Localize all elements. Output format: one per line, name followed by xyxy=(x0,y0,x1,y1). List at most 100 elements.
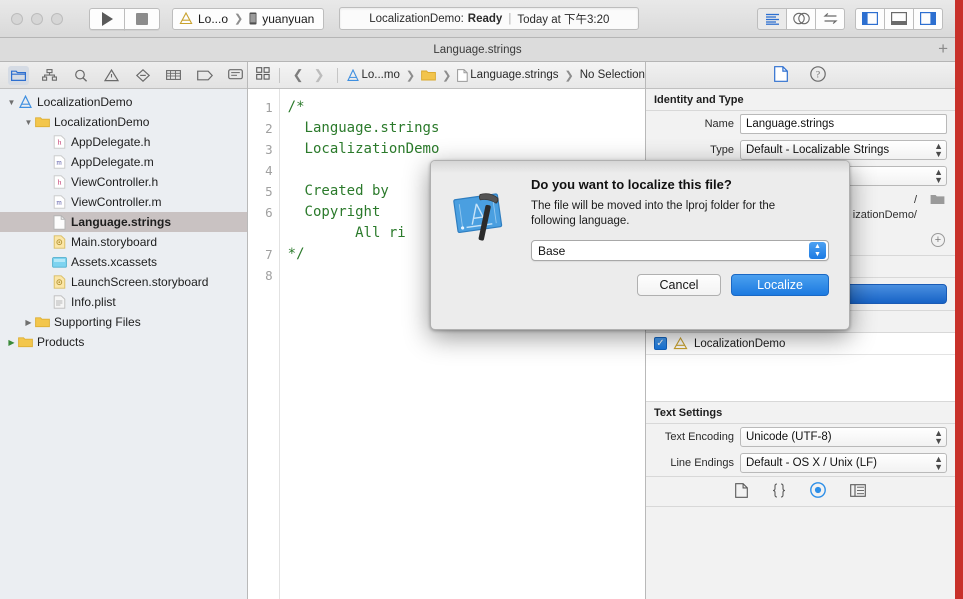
line-number: 1 xyxy=(265,100,273,115)
standard-editor-button[interactable] xyxy=(757,7,787,30)
line-number: 4 xyxy=(265,163,273,178)
minimize-button[interactable] xyxy=(31,12,43,25)
version-editor-button[interactable] xyxy=(815,7,845,30)
target-circle-icon xyxy=(810,482,826,498)
active-tab-title[interactable]: Language.strings xyxy=(433,44,521,56)
toggle-navigator-button[interactable] xyxy=(855,7,885,30)
back-button[interactable]: ❮ xyxy=(289,67,308,83)
document-icon xyxy=(774,65,789,82)
zoom-button[interactable] xyxy=(51,12,63,25)
breadcrumb-folder-icon[interactable] xyxy=(421,69,436,81)
file-tree-row-label: Language.strings xyxy=(71,215,172,229)
breakpoint-navigator-button[interactable] xyxy=(194,66,215,85)
venn-icon xyxy=(792,12,810,25)
breadcrumb-project-label[interactable]: Lo...mo xyxy=(361,69,399,81)
jumpbar-divider-2 xyxy=(337,67,339,83)
disclosure-triangle-closed-icon[interactable] xyxy=(6,338,17,347)
file-tree-row[interactable]: m ViewController.m xyxy=(0,192,247,212)
folder-icon xyxy=(34,316,51,328)
toggle-debug-area-button[interactable] xyxy=(884,7,914,30)
close-button[interactable] xyxy=(11,12,23,25)
breadcrumb-file-label[interactable]: Language.strings xyxy=(470,69,558,81)
run-button[interactable] xyxy=(89,7,125,30)
file-tree-row[interactable]: Main.storyboard xyxy=(0,232,247,252)
file-inspector-button[interactable] xyxy=(774,65,789,85)
file-tree-row[interactable]: LocalizationDemo xyxy=(0,112,247,132)
breadcrumb-selection-label[interactable]: No Selection xyxy=(580,69,645,81)
disclosure-triangle-open-icon[interactable] xyxy=(6,98,17,107)
file-tree-row[interactable]: Products xyxy=(0,332,247,352)
text-encoding-select[interactable]: Unicode (UTF-8) ▲ ▼ xyxy=(739,427,947,447)
main-toolbar: Lo...o ❯ yuanyuan LocalizationDemo: Read… xyxy=(0,0,955,38)
symbol-navigator-button[interactable] xyxy=(70,66,91,85)
editor-pane: ❮ ❯ Lo...mo ❯ ❯ Language.strings ❯ No Se… xyxy=(247,62,646,599)
grid-icon xyxy=(166,70,181,80)
localize-confirm-button[interactable]: Localize xyxy=(731,274,829,296)
lines-icon xyxy=(765,13,779,25)
folder-icon xyxy=(34,116,51,128)
document-icon xyxy=(735,482,748,498)
file-tree-row[interactable]: Supporting Files xyxy=(0,312,247,332)
target-membership-label: LocalizationDemo xyxy=(693,337,786,350)
line-number-gutter: 1 2 3 4 5 6 7 8 xyxy=(247,89,280,599)
report-navigator-button[interactable] xyxy=(225,66,246,85)
inspector-selector-bar: ? xyxy=(645,62,955,89)
forward-button[interactable]: ❯ xyxy=(310,67,329,83)
dialog-text-block: Do you want to localize this file? The f… xyxy=(515,177,829,261)
play-icon xyxy=(101,11,113,26)
xcode-app-icon xyxy=(179,12,193,25)
name-input[interactable]: Language.strings xyxy=(739,114,947,134)
storyboard-icon xyxy=(51,275,68,289)
editor-mode-segments xyxy=(757,7,845,30)
cancel-button[interactable]: Cancel xyxy=(637,274,721,296)
scheme-selector[interactable]: Lo...o ❯ yuanyuan xyxy=(172,7,325,30)
target-membership-checkbox[interactable]: ✓ xyxy=(653,337,667,350)
debug-navigator-button[interactable] xyxy=(163,66,184,85)
file-tree-row[interactable]: h AppDelegate.h xyxy=(0,132,247,152)
dialog-title: Do you want to localize this file? xyxy=(531,177,732,192)
project-file-tree[interactable]: LocalizationDemo LocalizationDemo h AppDele… xyxy=(0,89,247,599)
file-tree-row-label: LocalizationDemo xyxy=(37,95,133,109)
search-icon xyxy=(74,69,87,82)
file-tree-row[interactable]: m AppDelegate.m xyxy=(0,152,247,172)
xcode-hammer-icon xyxy=(451,183,515,247)
media-library-button[interactable] xyxy=(810,482,826,501)
minus-circle-icon xyxy=(135,68,150,82)
file-tree-row[interactable]: LocalizationDemo xyxy=(0,92,247,112)
language-select-value: Base xyxy=(538,243,566,258)
test-navigator-button[interactable] xyxy=(132,66,153,85)
assistant-editor-button[interactable] xyxy=(786,7,816,30)
code-snippet-library-button[interactable] xyxy=(772,482,786,501)
stop-button[interactable] xyxy=(124,7,160,30)
toggle-inspector-button[interactable] xyxy=(913,7,943,30)
plus-circle-icon[interactable]: + xyxy=(931,233,945,247)
target-membership-empty-space xyxy=(645,355,955,402)
disclosure-triangle-closed-icon[interactable] xyxy=(23,318,34,327)
m-file-icon: m xyxy=(51,195,68,209)
file-tree-row-label: Info.plist xyxy=(71,295,116,309)
file-tree-row[interactable]: Language.strings xyxy=(0,212,247,232)
disclosure-triangle-open-icon[interactable] xyxy=(23,118,34,127)
storyboard-icon xyxy=(51,235,68,249)
related-items-icon[interactable] xyxy=(255,67,270,83)
file-tree-row[interactable]: h ViewController.h xyxy=(0,172,247,192)
add-tab-button[interactable]: + xyxy=(938,40,948,58)
line-number: 3 xyxy=(265,142,273,157)
file-tree-row[interactable]: Assets.xcassets xyxy=(0,252,247,272)
type-select[interactable]: Default - Localizable Strings ▲ ▼ xyxy=(739,140,947,160)
issue-navigator-button[interactable] xyxy=(101,66,122,85)
view-toggle-segments xyxy=(855,7,943,30)
line-endings-select[interactable]: Default - OS X / Unix (LF) ▲ ▼ xyxy=(739,453,947,473)
quick-help-inspector-button[interactable]: ? xyxy=(810,65,827,85)
reveal-in-finder-icon[interactable] xyxy=(930,193,945,208)
file-template-library-button[interactable] xyxy=(735,482,748,501)
text-settings-section-header: Text Settings xyxy=(645,402,955,424)
file-tree-row[interactable]: LaunchScreen.storyboard xyxy=(0,272,247,292)
tag-icon xyxy=(196,70,213,80)
object-library-button[interactable] xyxy=(850,483,866,500)
file-tree-row[interactable]: Info.plist xyxy=(0,292,247,312)
source-control-navigator-button[interactable] xyxy=(39,66,60,85)
project-navigator-button[interactable] xyxy=(8,65,29,85)
language-select[interactable]: Base ▲ ▼ xyxy=(531,240,829,261)
target-membership-row[interactable]: ✓ LocalizationDemo xyxy=(645,333,955,355)
